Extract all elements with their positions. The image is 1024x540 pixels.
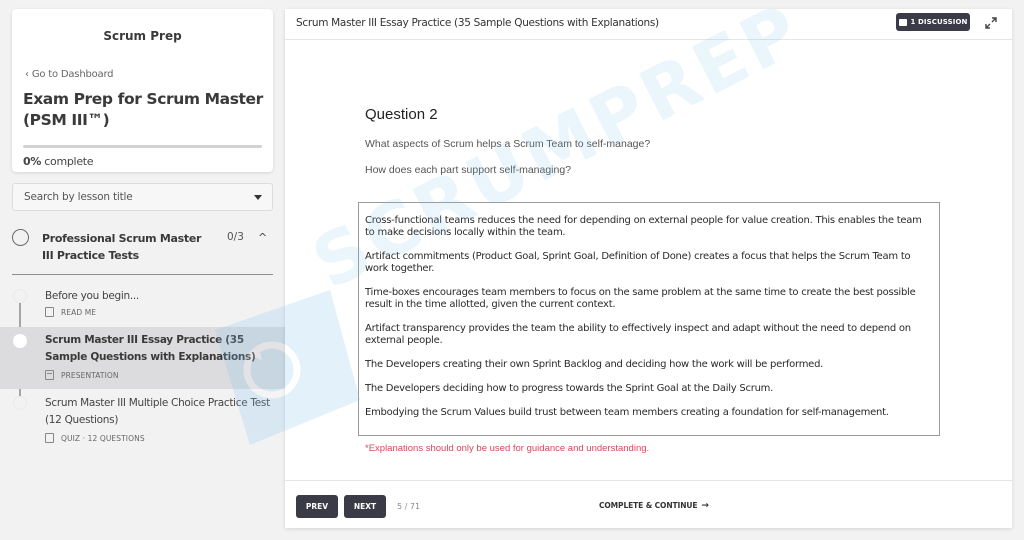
- progress-bar: [23, 145, 262, 148]
- course-card: Scrum Prep ‹ Go to Dashboard Exam Prep fo…: [12, 9, 273, 172]
- answer-item: Artifact commitments (Product Goal, Spri…: [365, 251, 911, 274]
- section-header[interactable]: Professional Scrum Master III Practice T…: [12, 225, 273, 275]
- content-header: Scrum Master III Essay Practice (35 Samp…: [285, 9, 1012, 40]
- question-prompt: What aspects of Scrum helps a Scrum Team…: [365, 138, 651, 150]
- lesson-meta: QUIZ · 12 QUESTIONS: [45, 433, 145, 443]
- lesson-title: Scrum Master III Essay Practice (35 Samp…: [45, 334, 256, 363]
- lesson-search-select[interactable]: Search by lesson title: [12, 183, 273, 211]
- progress-label: 0% complete: [23, 155, 94, 168]
- answer-item: Artifact transparency provides the team …: [365, 323, 911, 346]
- question-prompt: How does each part support self-managing…: [365, 164, 572, 176]
- lesson-item-essay-practice[interactable]: Scrum Master III Essay Practice (35 Samp…: [0, 327, 285, 389]
- section-title: Professional Scrum Master III Practice T…: [42, 232, 202, 262]
- section-status-circle-icon: [12, 229, 29, 246]
- lesson-footer: PREV NEXT 5 / 71 COMPLETE & CONTINUE →: [285, 480, 1012, 528]
- brand-title: Scrum Prep: [103, 29, 182, 43]
- section-progress-count: 0/3: [227, 231, 244, 243]
- lesson-item-before-you-begin[interactable]: Before you begin... READ ME: [0, 280, 285, 327]
- caret-down-icon: [254, 195, 262, 200]
- lesson-meta: READ ME: [45, 307, 96, 317]
- progress-suffix: complete: [44, 155, 94, 168]
- lesson-item-multiple-choice[interactable]: Scrum Master III Multiple Choice Practic…: [0, 389, 285, 451]
- lesson-page-title: Scrum Master III Essay Practice (35 Samp…: [296, 17, 659, 29]
- question-heading: Question 2: [365, 106, 438, 123]
- prev-button[interactable]: PREV: [296, 495, 338, 518]
- quiz-icon: [45, 433, 54, 443]
- search-placeholder: Search by lesson title: [24, 191, 133, 203]
- document-icon: [45, 307, 54, 317]
- presentation-slide: Question 2 What aspects of Scrum helps a…: [285, 40, 1012, 480]
- answer-explanation-box: Cross-functional teams reduces the need …: [358, 202, 940, 436]
- answer-item: Time-boxes encourages team members to fo…: [365, 287, 916, 310]
- answer-item: Embodying the Scrum Values build trust b…: [365, 407, 889, 418]
- complete-continue-button[interactable]: COMPLETE & CONTINUE →: [599, 501, 709, 511]
- slide-page-count: 5 / 71: [397, 502, 421, 511]
- chevron-left-icon: ‹: [25, 69, 29, 80]
- next-button[interactable]: NEXT: [344, 495, 386, 518]
- discussion-label: 1 DISCUSSION: [910, 18, 968, 26]
- progress-percent: 0%: [23, 155, 42, 168]
- chat-bubble-icon: [898, 18, 907, 26]
- go-to-dashboard-link[interactable]: ‹ Go to Dashboard: [25, 69, 114, 80]
- complete-continue-label: COMPLETE & CONTINUE: [599, 501, 698, 510]
- lesson-title: Before you begin...: [45, 290, 139, 302]
- lesson-content-card: Scrum Master III Essay Practice (35 Samp…: [285, 9, 1012, 528]
- answer-item: The Developers deciding how to progress …: [365, 383, 774, 394]
- course-title: Exam Prep for Scrum Master (PSM III™): [23, 90, 263, 129]
- lesson-type: QUIZ · 12 QUESTIONS: [61, 433, 145, 443]
- answer-item: Cross-functional teams reduces the need …: [365, 215, 922, 238]
- lesson-status-dot: [13, 289, 27, 303]
- answer-item: The Developers creating their own Sprint…: [365, 359, 824, 370]
- presentation-icon: [45, 370, 54, 380]
- lesson-type: PRESENTATION: [61, 370, 119, 380]
- back-link-label: Go to Dashboard: [31, 69, 114, 80]
- lesson-status-dot: [13, 334, 27, 348]
- lesson-status-dot: [13, 396, 27, 410]
- lesson-type: READ ME: [61, 307, 97, 317]
- expand-icon[interactable]: [983, 15, 999, 31]
- arrow-right-icon: →: [701, 501, 709, 511]
- lesson-title: Scrum Master III Multiple Choice Practic…: [45, 397, 270, 426]
- discussion-button[interactable]: 1 DISCUSSION: [896, 13, 970, 31]
- explanation-disclaimer: *Explanations should only be used for gu…: [365, 443, 650, 454]
- sidebar: Scrum Prep ‹ Go to Dashboard Exam Prep fo…: [0, 0, 285, 540]
- lesson-meta: PRESENTATION: [45, 370, 119, 380]
- chevron-up-icon[interactable]: ^: [258, 231, 267, 244]
